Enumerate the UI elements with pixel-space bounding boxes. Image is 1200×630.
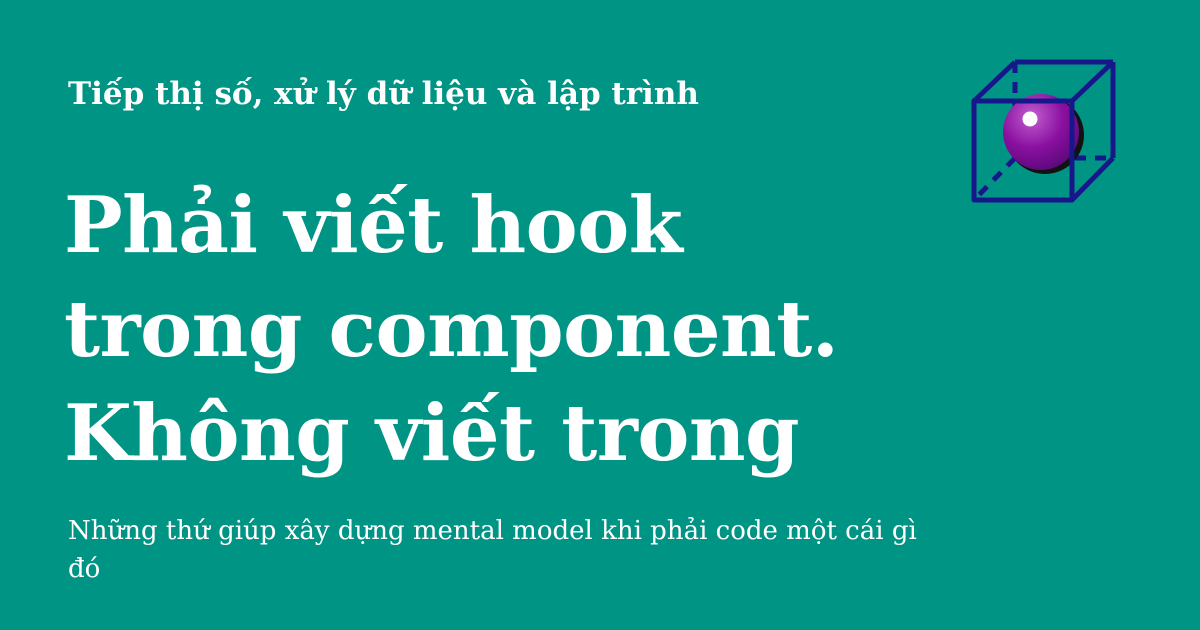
post-title: Phải viết hook trong component. Không vi… (64, 174, 1064, 486)
post-title-line: Không viết trong (64, 388, 800, 479)
post-title-line: Phải viết hook (64, 180, 683, 271)
post-description: Những thứ giúp xây dựng mental model khi… (68, 516, 917, 584)
og-card: Tiếp thị số, xử lý dữ liệu và lập trình … (0, 0, 1200, 630)
site-name: Tiếp thị số, xử lý dữ liệu và lập trình (68, 76, 699, 112)
post-title-line: trong component. (64, 284, 839, 375)
cube-with-sphere-icon (971, 59, 1116, 203)
